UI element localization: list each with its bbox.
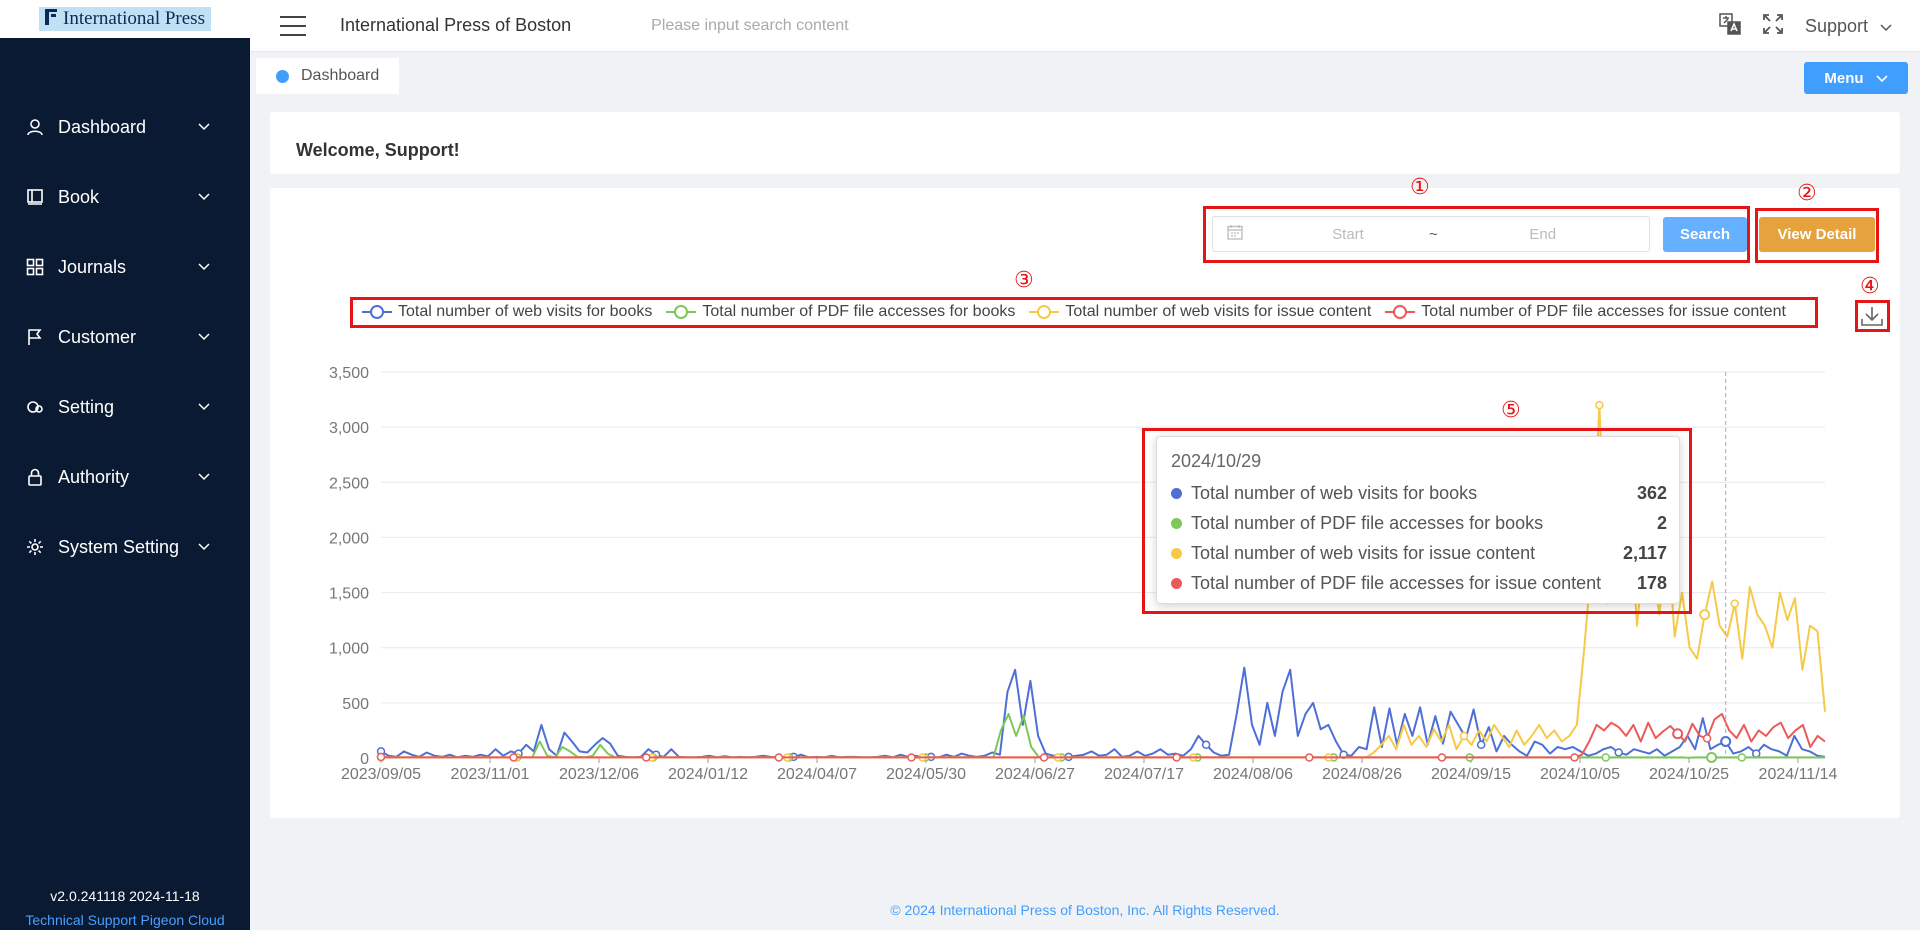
x-tick-label: 2024/08/26 <box>1322 766 1402 783</box>
x-tick-label: 2024/04/07 <box>777 766 857 783</box>
hover-point <box>1720 735 1732 747</box>
series-point <box>774 753 784 762</box>
x-tick-label: 2024/05/30 <box>886 766 966 783</box>
series-point <box>1172 753 1181 762</box>
y-tick-label: 1,500 <box>329 586 369 603</box>
x-tick-label: 2024/10/25 <box>1649 766 1729 783</box>
annotation-box-4 <box>1855 300 1890 332</box>
series-point <box>907 753 916 762</box>
series-point <box>1737 753 1747 762</box>
series-point <box>376 752 386 762</box>
page-footer: © 2024 International Press of Boston, In… <box>890 902 1280 918</box>
series-point <box>1702 734 1712 743</box>
annotation-label-3: ③ <box>1014 267 1034 292</box>
annotation-box-5 <box>1142 428 1692 614</box>
annotation-label-5: ⑤ <box>1501 397 1521 422</box>
series-point <box>1614 748 1623 757</box>
series-point <box>509 753 518 762</box>
series-line <box>380 666 1826 759</box>
y-tick-label: 2,500 <box>329 475 369 492</box>
series-point <box>1730 599 1739 608</box>
x-tick-label: 2024/09/15 <box>1431 766 1511 783</box>
y-tick-label: 500 <box>342 696 369 713</box>
series-point <box>1305 753 1314 762</box>
x-tick-label: 2023/11/01 <box>451 766 530 783</box>
x-tick-label: 2024/10/05 <box>1540 766 1620 783</box>
series-line <box>380 712 1826 759</box>
series-point <box>1570 753 1579 762</box>
x-tick-label: 2023/09/05 <box>341 766 421 783</box>
series-line <box>381 712 1825 759</box>
series-point <box>1437 753 1447 762</box>
annotation-box-2 <box>1755 208 1879 263</box>
hover-point <box>1699 609 1711 621</box>
hover-point <box>1706 751 1718 763</box>
x-tick-label: 2024/08/06 <box>1213 766 1293 783</box>
series-point <box>1601 753 1611 762</box>
annotation-label-1: ① <box>1410 174 1430 199</box>
x-tick-label: 2024/07/17 <box>1104 766 1184 783</box>
series-point <box>641 753 651 762</box>
y-tick-label: 3,000 <box>329 420 369 437</box>
y-tick-label: 3,500 <box>329 365 369 382</box>
y-tick-label: 1,000 <box>329 641 369 658</box>
series-point <box>1595 400 1604 410</box>
x-tick-label: 2024/06/27 <box>995 766 1075 783</box>
series-point <box>1039 753 1049 762</box>
annotation-box-1 <box>1203 206 1750 263</box>
annotation-box-3 <box>350 297 1818 328</box>
series-point <box>1459 731 1469 741</box>
series-point <box>1476 740 1486 750</box>
annotation-label-2: ② <box>1797 180 1817 205</box>
y-tick-label: 2,000 <box>329 530 369 547</box>
x-tick-label: 2024/11/14 <box>1759 766 1838 783</box>
hover-point <box>1672 728 1684 740</box>
x-tick-label: 2024/01/12 <box>668 766 748 783</box>
annotation-label-4: ④ <box>1860 273 1880 298</box>
series-point <box>1201 740 1211 750</box>
x-tick-label: 2023/12/06 <box>559 766 639 783</box>
series-point <box>1751 749 1761 758</box>
